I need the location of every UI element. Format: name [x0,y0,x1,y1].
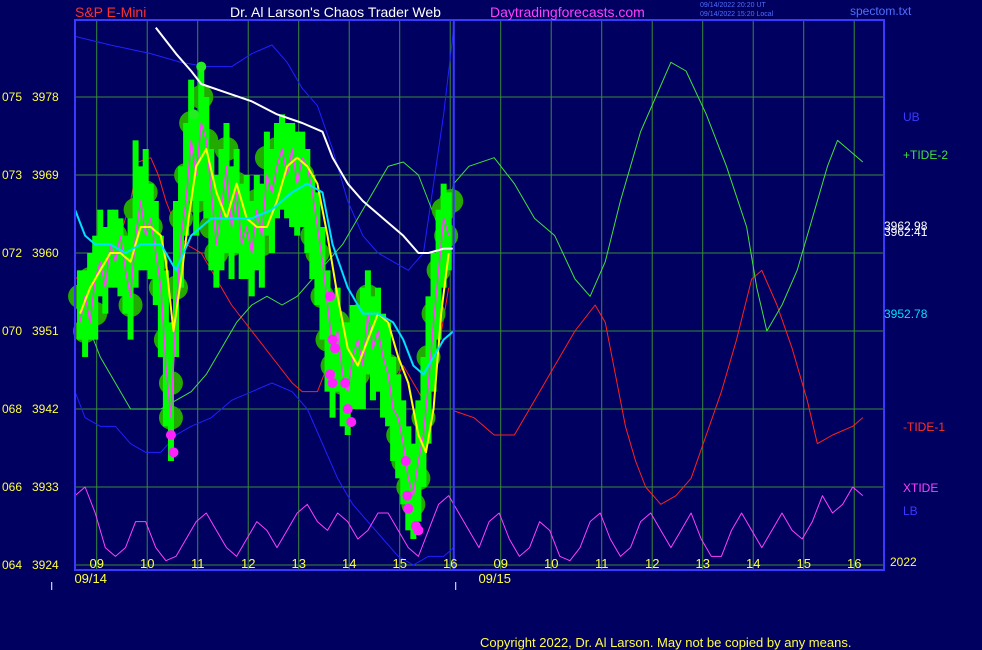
date-label: 09/14 [74,571,107,586]
series-xtide [74,486,864,562]
x-tick-label: 10 [544,556,558,571]
pivot-marker-magenta [330,343,341,354]
x-tick-label: 14 [342,556,356,571]
timestamp-local: 09/14/2022 15:20 Local [700,11,774,18]
pivot-marker-magenta [327,378,338,388]
y-tick-price: 3933 [32,480,59,494]
y-tick-price: 3942 [32,402,59,416]
x-tick-label: 09 [493,556,507,571]
pivot-marker-magenta [402,490,413,501]
y-tick-price: 3924 [32,558,59,572]
y-tick-code: 075 [2,90,22,104]
chart-canvas: 064 3924 066 3933 068 3942 070 3951 072 3960 073 39… [2,19,885,590]
y-tick-code: 070 [2,324,22,338]
xtide-label: XTIDE [903,481,939,495]
y-tick-price: 3960 [32,246,59,260]
pivot-marker-green [188,109,199,120]
pivot-marker-magenta [342,404,353,414]
y-tick-price: 3969 [32,168,59,182]
pivot-marker-magenta [413,525,424,536]
pivot-marker-magenta [168,447,179,458]
pivot-marker-magenta [165,430,176,440]
x-tick-label: 12 [645,556,659,571]
price-label-b: 3962.41 [884,225,928,239]
y-tick-code: 073 [2,168,22,182]
series-tide2f [453,61,864,332]
date-label: 09/15 [478,571,511,586]
symbol-label: S&P E-Mini [75,4,147,20]
y-tick-code: 064 [2,558,22,572]
pivot-marker-magenta [340,378,351,388]
pivot-marker-magenta [325,369,336,380]
y-tick-code: 068 [2,402,22,416]
x-tick-label: 13 [695,556,709,571]
lb-label: LB [903,504,918,518]
pivot-marker-magenta [403,503,414,514]
x-tick-label: 11 [595,556,609,571]
y-axis-labels: 064 3924 066 3933 068 3942 070 3951 072 3960 073 39… [2,90,59,572]
y-tick-price: 3951 [32,324,59,338]
series-tide1f [453,269,864,505]
tide2-label: +TIDE-2 [903,148,949,162]
ma-price-label: 3952.78 [884,307,928,321]
x-tick-label: 16 [847,556,861,571]
ub-label: UB [903,110,920,124]
x-tick-label: 11 [191,556,205,571]
pivot-marker-magenta [346,417,357,427]
pivot-marker-magenta [327,334,338,345]
price-bars [77,71,452,539]
pivot-marker-magenta [325,291,336,302]
y-tick-code: 066 [2,480,22,494]
site-link[interactable]: Daytradingforecasts.com [490,4,645,20]
y-tick-code: 072 [2,246,22,260]
page-title: Dr. Al Larson's Chaos Trader Web [230,4,441,20]
x-tick-label: 15 [796,556,810,571]
x-tick-label: 09 [89,556,103,571]
x-tick-label: 15 [392,556,406,571]
file-name: spectom.txt [850,4,912,18]
x-tick-label: 10 [140,556,154,571]
timestamp-ut: 09/14/2022 20:20 UT [700,2,766,9]
x-tick-label: 14 [746,556,760,571]
y-tick-price: 3978 [32,90,59,104]
pivot-marker-magenta [400,456,411,466]
tide1-label: -TIDE-1 [903,420,945,434]
x-tick-label: 13 [291,556,305,571]
x-tick-label: 12 [241,556,255,571]
pivot-marker-green [196,61,207,72]
year-label: 2022 [890,555,917,569]
x-tick-label: 16 [443,556,457,571]
copyright-notice: Copyright 2022, Dr. Al Larson. May not b… [480,635,852,650]
